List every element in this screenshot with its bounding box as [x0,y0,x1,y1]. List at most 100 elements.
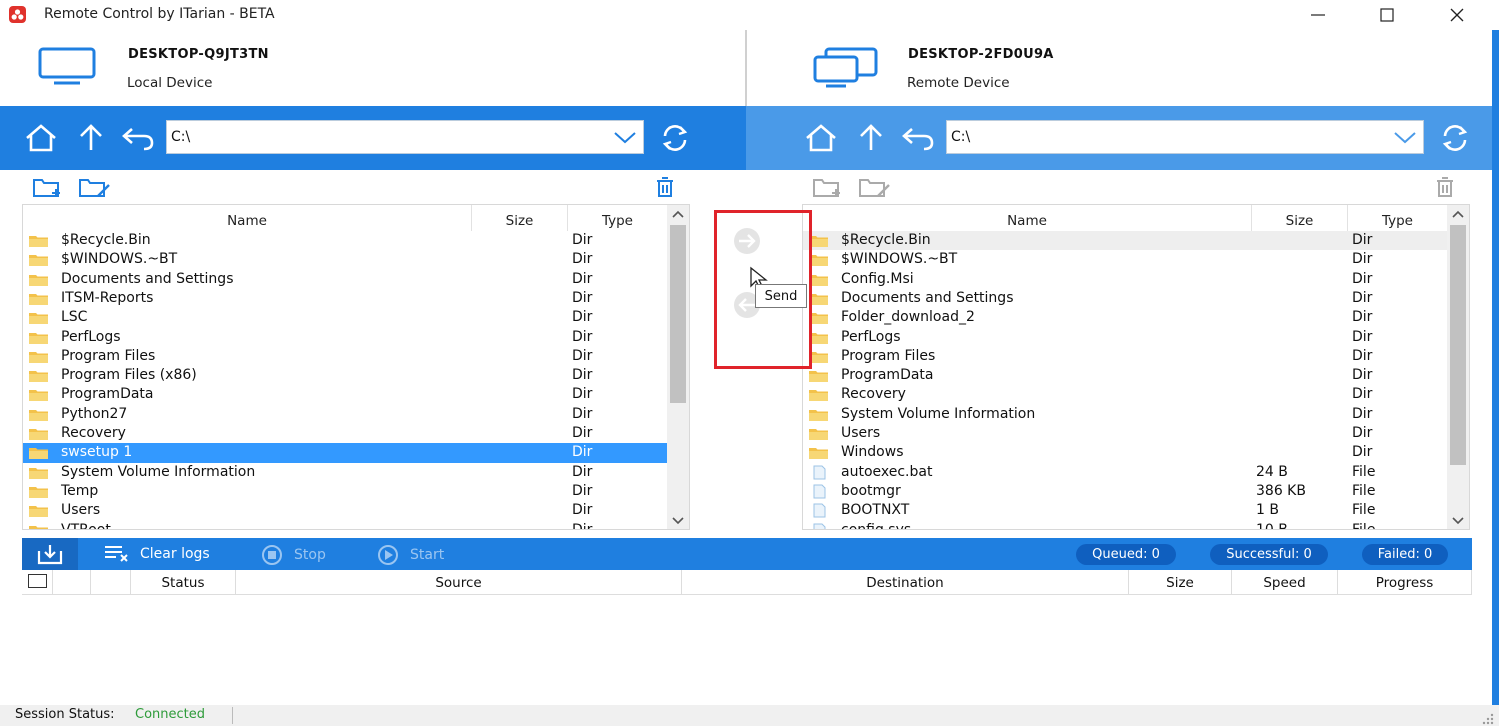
file-type: Dir [1352,232,1373,248]
log-col-source[interactable]: Source [236,570,682,595]
remote-new-folder-icon[interactable] [812,176,844,200]
remote-file-row[interactable]: Recovery Dir [803,385,1447,404]
queued-badge: Queued: 0 [1076,544,1176,565]
rename-folder-icon[interactable] [78,176,112,200]
back-arrow-icon[interactable] [120,122,154,154]
trash-icon[interactable] [654,176,676,200]
file-name: ProgramData [841,367,934,384]
file-name: LSC [61,309,88,326]
local-file-row[interactable]: System Volume Information Dir [23,463,667,482]
local-file-row[interactable]: Temp Dir [23,482,667,501]
status-divider [232,707,233,724]
remote-col-size[interactable]: Size [1252,205,1348,231]
local-file-row[interactable]: Program Files (x86) Dir [23,366,667,385]
clear-logs-button[interactable]: Clear logs [104,545,210,563]
file-name: Folder_download_2 [841,309,975,326]
remote-file-row[interactable]: Program Files Dir [803,347,1447,366]
remote-file-row[interactable]: BOOTNXT 1 B File [803,501,1447,520]
file-size: 1 B [1256,502,1279,519]
up-arrow-icon[interactable] [76,122,108,154]
local-scrollbar-thumb[interactable] [670,225,686,403]
new-folder-icon[interactable] [32,176,64,200]
remote-trash-icon[interactable] [1434,176,1456,200]
remote-home-icon[interactable] [804,122,836,154]
log-col-speed[interactable]: Speed [1232,570,1338,595]
remote-scrollbar[interactable] [1447,205,1469,529]
remote-file-row[interactable]: bootmgr 386 KB File [803,482,1447,501]
local-file-row[interactable]: swsetup 1 Dir [23,443,667,463]
local-device-label: Local Device [127,75,213,91]
remote-file-list[interactable]: Name Size Type $Recycle.Bin Dir $WINDOWS.~… [802,204,1470,530]
select-all-checkbox[interactable] [22,570,53,595]
log-col-size[interactable]: Size [1129,570,1232,595]
local-file-row[interactable]: $Recycle.Bin Dir [23,231,667,250]
file-name: config.sys [841,521,912,530]
local-file-row[interactable]: LSC Dir [23,308,667,327]
local-path-input[interactable]: C:\ [166,120,644,154]
file-name: Program Files (x86) [61,367,197,384]
local-col-name[interactable]: Name [23,205,472,231]
folder-icon [809,409,828,421]
local-file-row[interactable]: $WINDOWS.~BT Dir [23,250,667,269]
remote-file-row[interactable]: config.sys 10 B File [803,521,1447,530]
stop-button[interactable]: Stop [258,545,326,565]
folder-icon [29,235,48,247]
remote-file-row[interactable]: Users Dir [803,424,1447,443]
remote-refresh-icon[interactable] [1438,122,1470,154]
remote-file-row[interactable]: autoexec.bat 24 B File [803,463,1447,482]
refresh-icon[interactable] [658,122,690,154]
folder-icon [29,293,48,305]
log-col-status[interactable]: Status [131,570,236,595]
remote-file-row[interactable]: $Recycle.Bin Dir [803,231,1447,251]
remote-file-row[interactable]: Windows Dir [803,443,1447,462]
remote-file-row[interactable]: Folder_download_2 Dir [803,308,1447,327]
remote-path-input[interactable]: C:\ [946,120,1424,154]
chevron-down-icon[interactable] [613,129,637,149]
local-toolbar: C:\ [0,106,746,170]
remote-file-row[interactable]: $WINDOWS.~BT Dir [803,250,1447,269]
local-file-row[interactable]: Users Dir [23,501,667,520]
failed-badge: Failed: 0 [1362,544,1448,565]
local-file-row[interactable]: ITSM-Reports Dir [23,289,667,308]
folder-icon [29,370,48,383]
local-file-row[interactable]: Program Files Dir [23,347,667,366]
local-file-list[interactable]: Name Size Type $Recycle.Bin Dir $WINDOWS.~… [22,204,690,530]
remote-file-row[interactable]: Config.Msi Dir [803,270,1447,289]
file-type: Dir [1352,309,1373,326]
log-col-progress[interactable]: Progress [1338,570,1472,595]
file-name: $Recycle.Bin [61,232,151,248]
transfer-log-body[interactable] [22,595,1472,705]
remote-device-name: DESKTOP-2FD0U9A [908,47,1054,62]
local-file-row[interactable]: VTRoot Dir [23,521,667,529]
resize-grip-icon[interactable] [1482,713,1494,725]
remote-up-arrow-icon[interactable] [856,122,888,154]
remote-chevron-down-icon[interactable] [1393,129,1417,149]
local-col-size[interactable]: Size [472,205,568,231]
remote-file-row[interactable]: System Volume Information Dir [803,405,1447,424]
remote-col-name[interactable]: Name [803,205,1252,231]
file-type: Dir [572,347,593,364]
remote-file-row[interactable]: PerfLogs Dir [803,328,1447,347]
local-file-row[interactable]: Documents and Settings Dir [23,270,667,289]
remote-col-type[interactable]: Type [1348,205,1448,231]
log-col-destination[interactable]: Destination [682,570,1129,595]
folder-icon [809,447,828,460]
file-name: ProgramData [61,386,154,403]
local-file-row[interactable]: Recovery Dir [23,424,667,443]
maximize-button[interactable] [1364,0,1410,30]
home-icon[interactable] [24,122,56,154]
minimize-button[interactable] [1295,0,1341,30]
start-button[interactable]: Start [374,545,444,565]
local-file-row[interactable]: PerfLogs Dir [23,328,667,347]
close-button[interactable] [1434,0,1480,30]
local-file-row[interactable]: ProgramData Dir [23,385,667,404]
local-scrollbar[interactable] [667,205,689,529]
remote-rename-folder-icon[interactable] [858,176,892,200]
local-col-type[interactable]: Type [568,205,668,231]
remote-file-row[interactable]: Documents and Settings Dir [803,289,1447,308]
remote-scrollbar-thumb[interactable] [1450,225,1466,465]
download-tray-icon[interactable] [22,538,78,570]
local-file-row[interactable]: Python27 Dir [23,405,667,424]
remote-file-row[interactable]: ProgramData Dir [803,366,1447,385]
remote-back-arrow-icon[interactable] [900,122,934,154]
